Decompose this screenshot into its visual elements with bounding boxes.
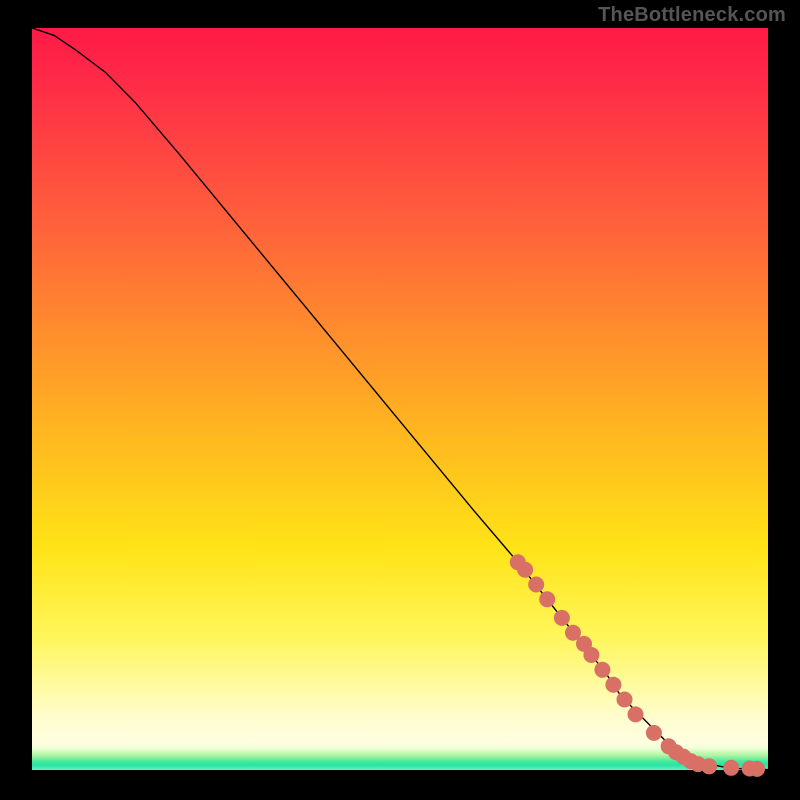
highlighted-points-group [510, 554, 765, 777]
highlighted-point [528, 577, 544, 593]
bottleneck-curve-line [32, 28, 768, 770]
highlighted-point [583, 647, 599, 663]
watermark-text: TheBottleneck.com [598, 4, 786, 27]
highlighted-point [701, 758, 717, 774]
chart-stage: TheBottleneck.com [0, 0, 800, 800]
highlighted-point [554, 610, 570, 626]
highlighted-point [723, 760, 739, 776]
highlighted-point [646, 725, 662, 741]
highlighted-point [594, 662, 610, 678]
highlighted-point [749, 761, 765, 777]
plot-area [32, 28, 768, 770]
highlighted-point [628, 706, 644, 722]
highlighted-point [517, 562, 533, 578]
highlighted-point [605, 677, 621, 693]
highlighted-point [617, 692, 633, 708]
highlighted-point [539, 591, 555, 607]
chart-svg [32, 28, 768, 770]
